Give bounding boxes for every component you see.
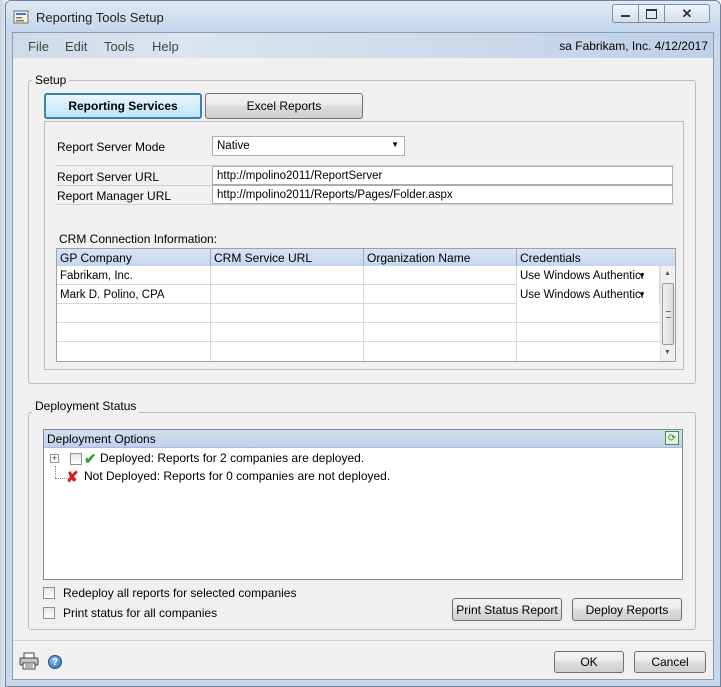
report-manager-url-input[interactable]: http://mpolino2011/Reports/Pages/Folder.… bbox=[212, 185, 673, 204]
print-status-checkbox[interactable] bbox=[43, 607, 55, 619]
ok-button[interactable]: OK bbox=[554, 651, 624, 673]
menu-file[interactable]: File bbox=[28, 39, 49, 54]
user-company-date: sa Fabrikam, Inc. 4/12/2017 bbox=[559, 39, 708, 53]
crm-connection-label: CRM Connection Information: bbox=[59, 232, 218, 246]
column-header-crm-service-url[interactable]: CRM Service URL bbox=[211, 249, 364, 266]
redeploy-checkbox[interactable] bbox=[43, 587, 55, 599]
maximize-icon bbox=[646, 8, 657, 19]
empty-cell[interactable] bbox=[364, 342, 517, 361]
column-header-organization-name[interactable]: Organization Name bbox=[364, 249, 517, 266]
table-row[interactable]: Mark D. Polino, CPA Use Windows Authenti… bbox=[57, 285, 660, 304]
table-row[interactable] bbox=[57, 342, 660, 361]
report-server-mode-value: Native bbox=[217, 140, 250, 152]
not-deployed-status-text[interactable]: Not Deployed: Reports for 0 companies ar… bbox=[84, 469, 390, 483]
printer-icon[interactable] bbox=[19, 652, 39, 670]
redeploy-label[interactable]: Redeploy all reports for selected compan… bbox=[63, 586, 296, 600]
empty-cell[interactable] bbox=[211, 323, 364, 342]
print-status-label[interactable]: Print status for all companies bbox=[63, 606, 217, 620]
table-row[interactable] bbox=[57, 304, 660, 323]
scroll-up-icon[interactable]: ▲ bbox=[664, 270, 671, 277]
chevron-down-icon[interactable]: ▼ bbox=[635, 286, 649, 303]
report-server-mode-select[interactable]: Native ▼ bbox=[212, 136, 405, 156]
deployed-checkbox[interactable] bbox=[70, 453, 82, 465]
minimize-icon bbox=[621, 15, 630, 17]
chevron-down-icon[interactable]: ▼ bbox=[635, 267, 649, 284]
menu-help[interactable]: Help bbox=[152, 39, 179, 54]
scroll-down-icon[interactable]: ▼ bbox=[664, 349, 671, 356]
empty-cell[interactable] bbox=[211, 304, 364, 323]
empty-cell[interactable] bbox=[364, 323, 517, 342]
grid-scrollbar[interactable]: ▲ ▼ bbox=[660, 266, 675, 361]
checkmark-icon: ✔ bbox=[84, 451, 97, 468]
maximize-button[interactable] bbox=[638, 4, 665, 23]
credentials-value: Use Windows Authenticatio bbox=[520, 288, 643, 301]
crm-service-url-cell[interactable] bbox=[211, 266, 364, 285]
report-server-mode-label: Report Server Mode bbox=[57, 140, 166, 154]
gp-company-cell[interactable]: Fabrikam, Inc. bbox=[57, 266, 211, 285]
error-x-icon: ✘ bbox=[66, 469, 79, 486]
menu-edit[interactable]: Edit bbox=[65, 39, 87, 54]
tree-line bbox=[55, 466, 57, 478]
tab-excel-reports[interactable]: Excel Reports bbox=[205, 93, 363, 119]
crm-service-url-cell[interactable] bbox=[211, 285, 364, 304]
setup-group-title: Setup bbox=[32, 73, 70, 87]
deployment-options-label: Deployment Options bbox=[47, 432, 156, 446]
refresh-icon[interactable]: ⟳ bbox=[665, 431, 679, 445]
empty-cell[interactable] bbox=[57, 304, 211, 323]
minimize-button[interactable] bbox=[612, 4, 639, 23]
help-icon[interactable]: ? bbox=[48, 655, 62, 669]
empty-cell[interactable] bbox=[364, 304, 517, 323]
print-status-report-button[interactable]: Print Status Report bbox=[452, 598, 562, 621]
report-manager-url-label: Report Manager URL bbox=[57, 189, 172, 203]
chevron-down-icon: ▼ bbox=[391, 140, 399, 149]
scroll-thumb[interactable] bbox=[662, 283, 674, 345]
cancel-button[interactable]: Cancel bbox=[634, 651, 706, 673]
report-server-url-label: Report Server URL bbox=[57, 170, 160, 184]
close-icon: ✕ bbox=[681, 5, 693, 21]
divider bbox=[13, 640, 713, 641]
divider bbox=[55, 204, 674, 205]
empty-cell[interactable] bbox=[57, 323, 211, 342]
close-button[interactable]: ✕ bbox=[664, 4, 710, 23]
menu-tools[interactable]: Tools bbox=[104, 39, 134, 54]
empty-cell[interactable] bbox=[211, 342, 364, 361]
table-row[interactable]: Fabrikam, Inc. Use Windows Authenticatio… bbox=[57, 266, 660, 285]
tab-reporting-services[interactable]: Reporting Services bbox=[44, 93, 202, 119]
deployed-status-text[interactable]: Deployed: Reports for 2 companies are de… bbox=[100, 451, 364, 465]
app-icon bbox=[13, 10, 29, 24]
window-title: Reporting Tools Setup bbox=[36, 10, 164, 25]
column-header-credentials[interactable]: Credentials bbox=[517, 249, 675, 266]
column-header-gp-company[interactable]: GP Company bbox=[57, 249, 211, 266]
credentials-value: Use Windows Authenticatio bbox=[520, 269, 643, 282]
empty-cell[interactable] bbox=[57, 342, 211, 361]
organization-name-cell[interactable] bbox=[364, 285, 517, 304]
table-row[interactable] bbox=[57, 323, 660, 342]
deployment-status-title: Deployment Status bbox=[32, 399, 140, 413]
deploy-reports-button[interactable]: Deploy Reports bbox=[572, 598, 682, 621]
expand-icon[interactable]: + bbox=[50, 454, 59, 463]
organization-name-cell[interactable] bbox=[364, 266, 517, 285]
report-server-url-input[interactable]: http://mpolino2011/ReportServer bbox=[212, 166, 673, 185]
gp-company-cell[interactable]: Mark D. Polino, CPA bbox=[57, 285, 211, 304]
